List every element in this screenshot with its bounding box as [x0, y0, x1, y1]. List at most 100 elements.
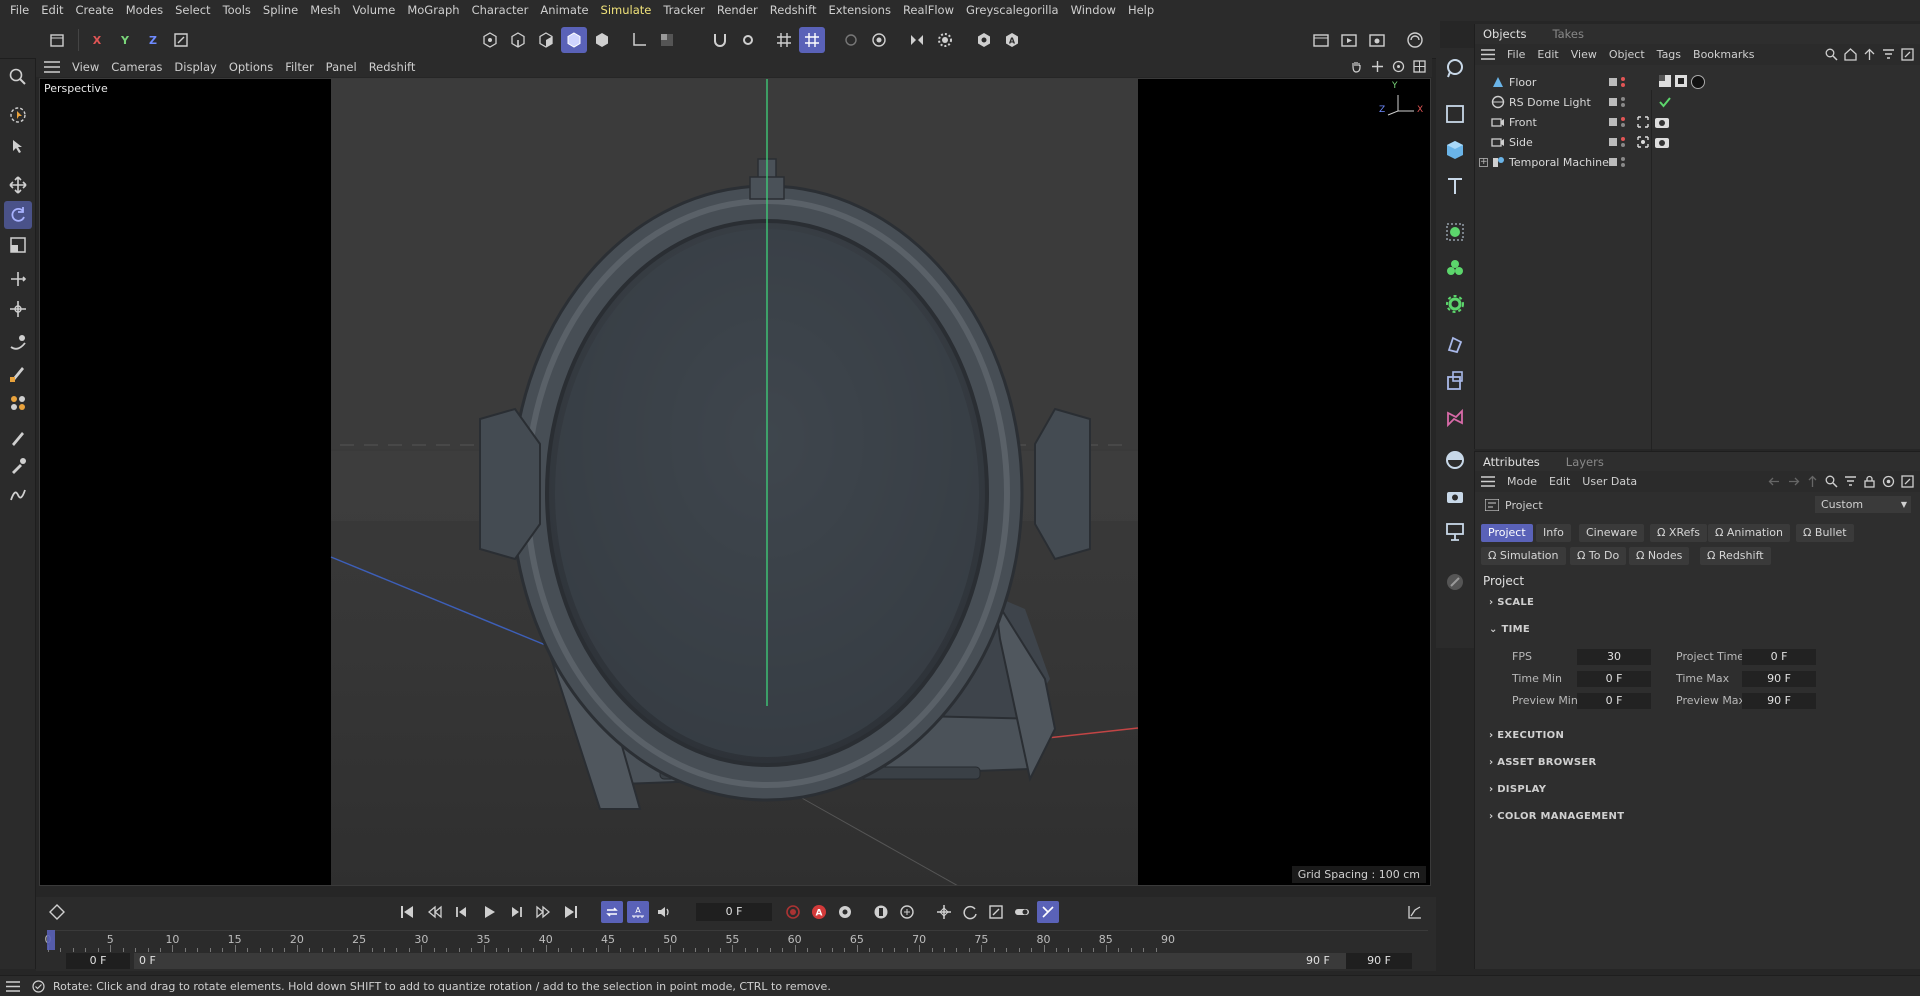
z-axis-lock-button[interactable]: Z	[140, 27, 166, 53]
time-min-field[interactable]: 0 F	[1577, 671, 1651, 687]
visibility-toggle-icon[interactable]	[1609, 138, 1617, 146]
auto-record-icon[interactable]: A	[808, 901, 830, 923]
points-mode-icon[interactable]	[477, 27, 503, 53]
section-asset-browser[interactable]: › ASSET BROWSER	[1489, 757, 1597, 768]
range-start-field[interactable]: 0 F	[66, 953, 130, 969]
global-settings-icon[interactable]	[1402, 27, 1428, 53]
material-tag-icon[interactable]	[1675, 75, 1687, 87]
menu-realflow[interactable]: RealFlow	[897, 0, 960, 21]
object-row-floor[interactable]: Floor	[1475, 72, 1920, 92]
mirror-icon[interactable]	[904, 27, 930, 53]
section-color-management[interactable]: › COLOR MANAGEMENT	[1489, 811, 1624, 822]
protection-tag-icon[interactable]	[1637, 116, 1649, 128]
expand-panel-icon[interactable]	[1901, 48, 1914, 61]
solo-mode-icon[interactable]	[654, 27, 680, 53]
sound-icon[interactable]	[653, 901, 675, 923]
chip-animation[interactable]: Ω Animation	[1708, 524, 1790, 542]
camera-tag-icon[interactable]	[1655, 136, 1669, 148]
visibility-toggle-icon[interactable]	[1609, 78, 1617, 86]
status-menu-icon[interactable]	[6, 980, 20, 992]
workplane-snap-icon[interactable]	[799, 27, 825, 53]
viewport-menu-redshift[interactable]: Redshift	[363, 60, 422, 74]
go-to-start-icon[interactable]	[396, 901, 418, 923]
menu-create[interactable]: Create	[70, 0, 120, 21]
deformer-icon[interactable]	[1441, 330, 1469, 358]
section-display[interactable]: › DISPLAY	[1489, 784, 1546, 795]
menu-tools[interactable]: Tools	[217, 0, 257, 21]
auto-keyframe-icon[interactable]: A	[627, 901, 649, 923]
record-disabled-icon[interactable]	[782, 901, 804, 923]
snap-axis-icon[interactable]	[626, 27, 652, 53]
camera-object-icon[interactable]	[1441, 482, 1469, 510]
f-curve-icon[interactable]	[1404, 901, 1426, 923]
chip-simulation[interactable]: Ω Simulation	[1481, 547, 1566, 565]
chip-bullet[interactable]: Ω Bullet	[1796, 524, 1854, 542]
objects-menu-edit[interactable]: Edit	[1531, 48, 1564, 61]
lasso-selection-icon[interactable]	[1441, 54, 1469, 82]
chip-to-do[interactable]: Ω To Do	[1570, 547, 1627, 565]
preset-dropdown[interactable]: Custom ▼	[1815, 496, 1911, 513]
menu-tracker[interactable]: Tracker	[657, 0, 711, 21]
placement-tool-icon[interactable]	[4, 295, 32, 323]
objects-menu-file[interactable]: File	[1501, 48, 1531, 61]
objects-menu-tags[interactable]: Tags	[1651, 48, 1687, 61]
redshift-object-icon[interactable]	[1441, 404, 1469, 432]
time-max-field[interactable]: 90 F	[1742, 671, 1816, 687]
attributes-menu-edit[interactable]: Edit	[1543, 475, 1576, 488]
visibility-toggle-icon[interactable]	[1609, 118, 1617, 126]
settings-icon[interactable]	[1882, 475, 1895, 488]
tab-attributes[interactable]: Attributes	[1483, 455, 1550, 469]
section-scale[interactable]: › SCALE	[1489, 597, 1534, 608]
range-end-field[interactable]: 90 F	[1346, 953, 1412, 969]
transform-tool-icon[interactable]	[4, 265, 32, 293]
model-mode-icon[interactable]	[561, 27, 587, 53]
menu-simulate[interactable]: Simulate	[595, 0, 658, 21]
tab-takes[interactable]: Takes	[1552, 27, 1594, 41]
forward-arrow-icon[interactable]	[1787, 475, 1800, 488]
redshift-ipr-icon[interactable]: A	[999, 27, 1025, 53]
sphere-material-icon[interactable]	[1691, 75, 1705, 89]
y-axis-lock-button[interactable]: Y	[112, 27, 138, 53]
object-row-temporal-machine[interactable]: + Temporal Machine	[1475, 152, 1920, 172]
cloner-icon[interactable]	[1441, 218, 1469, 246]
visibility-toggle-icon[interactable]	[1609, 98, 1617, 106]
search-icon[interactable]	[1825, 48, 1838, 61]
object-mode-icon[interactable]	[589, 27, 615, 53]
keyframe-selection-icon[interactable]	[870, 901, 892, 923]
timeline-ruler[interactable]: 051015202530354045505560657075808590	[45, 930, 1428, 952]
next-key-icon[interactable]	[533, 901, 555, 923]
object-row-side[interactable]: Side	[1475, 132, 1920, 152]
attributes-menu-icon[interactable]	[1481, 476, 1495, 487]
playhead-marker[interactable]	[47, 930, 55, 950]
environment-icon[interactable]	[1441, 446, 1469, 474]
undo-stack-icon[interactable]	[44, 27, 70, 53]
spline-pen-icon[interactable]	[4, 481, 32, 509]
record-settings-icon[interactable]	[834, 901, 856, 923]
texture-tag-icon[interactable]	[1659, 75, 1671, 87]
chip-cineware[interactable]: Cineware	[1579, 524, 1645, 542]
objects-menu-object[interactable]: Object	[1603, 48, 1651, 61]
viewport-camera-label[interactable]: Perspective	[44, 82, 108, 95]
section-time[interactable]: ⌄ TIME	[1489, 624, 1530, 635]
search-icon[interactable]	[4, 63, 32, 91]
point-level-animation-icon[interactable]	[1037, 901, 1059, 923]
previous-key-icon[interactable]	[423, 901, 445, 923]
sculpt-tool-icon[interactable]	[4, 389, 32, 417]
edges-mode-icon[interactable]	[505, 27, 531, 53]
filter-icon[interactable]	[1844, 475, 1857, 488]
menu-window[interactable]: Window	[1065, 0, 1122, 21]
render-region-icon[interactable]	[1308, 27, 1334, 53]
rectangle-spline-icon[interactable]	[1441, 100, 1469, 128]
coordinate-system-icon[interactable]	[168, 27, 194, 53]
mograph-icon[interactable]	[1441, 254, 1469, 282]
home-icon[interactable]	[1844, 48, 1857, 61]
next-frame-icon[interactable]	[506, 901, 528, 923]
attributes-menu-mode[interactable]: Mode	[1501, 475, 1543, 488]
objects-menu-icon[interactable]	[1481, 49, 1495, 60]
menu-select[interactable]: Select	[169, 0, 216, 21]
menu-volume[interactable]: Volume	[347, 0, 402, 21]
camera-tag-icon[interactable]	[1655, 116, 1669, 128]
viewport-menu-view[interactable]: View	[66, 60, 105, 74]
chip-info[interactable]: Info	[1536, 524, 1571, 542]
x-axis-lock-button[interactable]: X	[84, 27, 110, 53]
